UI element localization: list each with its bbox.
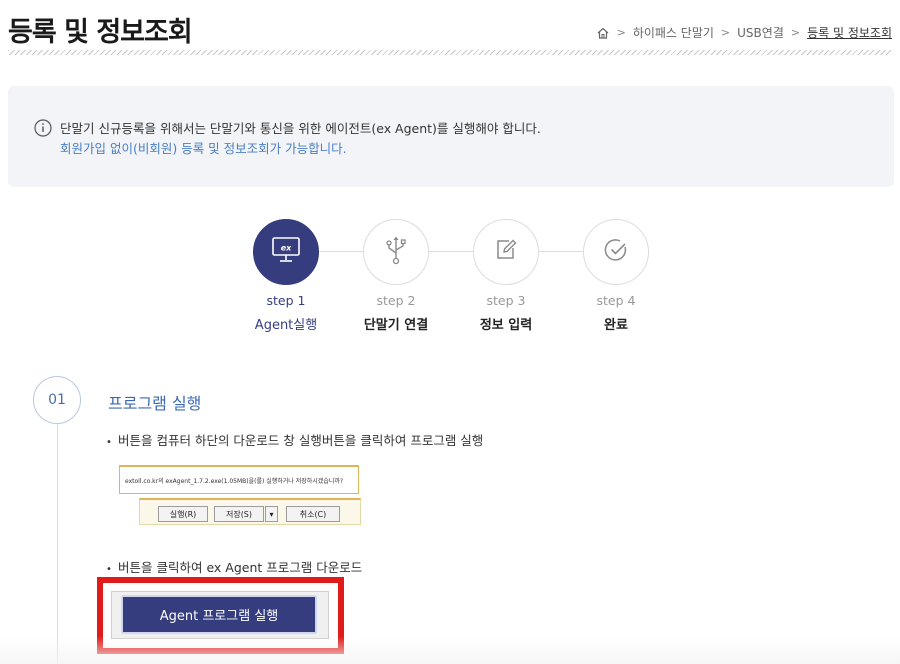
step-3-label: 정보 입력 [479,318,533,333]
breadcrumb-item-hipass[interactable]: 하이패스 단말기 [633,24,714,41]
section-number: 01 [33,376,81,424]
step-connector [539,251,587,252]
step-3-circle [473,219,539,285]
breadcrumb-item-current[interactable]: 등록 및 정보조회 [807,24,892,41]
home-icon[interactable] [596,26,610,40]
instruction-run: 버튼을 컴퓨터 하단의 다운로드 창 실행버튼을 클릭하여 프로그램 실행 [106,430,483,449]
notice-subtext: 회원가입 없이(비회원) 등록 및 정보조회가 가능합니다. [60,141,347,156]
step-1-number: step 1 [266,293,306,308]
edit-icon [492,236,520,268]
download-save-button: 저장(S) [214,506,264,522]
step-2-label: 단말기 연결 [363,318,429,333]
section-timeline [57,422,58,664]
download-run-button: 실행(R) [158,506,208,522]
bottom-fade [0,636,900,664]
monitor-ex-icon: ex [270,235,302,269]
download-bar-message: extoll.co.kr의 exAgent_1.7.2.exe(1.05MB)을… [119,465,359,494]
instruction-download: 버튼을 클릭하여 ex Agent 프로그램 다운로드 [106,557,362,576]
step-1-label: Agent실행 [254,318,318,333]
agent-run-button[interactable]: Agent 프로그램 실행 [121,595,317,634]
step-2-number: step 2 [376,293,416,308]
usb-icon [382,235,410,269]
chevron-right-icon: > [790,26,801,39]
info-icon [34,119,52,137]
page-title: 등록 및 정보조회 [8,17,193,48]
step-4-circle [583,219,649,285]
section-title: 프로그램 실행 [108,394,202,413]
step-connector [319,251,367,252]
header-divider [8,50,892,55]
step-4-label: 완료 [604,318,628,333]
breadcrumb: > 하이패스 단말기 > USB연결 > 등록 및 정보조회 [596,24,892,41]
download-bar-buttons: 실행(R) 저장(S) ▾ 취소(C) [139,498,361,525]
step-1-circle: ex [253,219,319,285]
chevron-down-icon: ▾ [265,506,278,522]
step-2-circle [363,219,429,285]
breadcrumb-item-usb[interactable]: USB연결 [737,24,784,41]
agent-button-frame: Agent 프로그램 실행 [111,591,329,639]
step-connector [429,251,477,252]
step-3-number: step 3 [486,293,526,308]
download-cancel-button: 취소(C) [286,506,340,522]
chevron-right-icon: > [720,26,731,39]
download-bar-image: extoll.co.kr의 exAgent_1.7.2.exe(1.05MB)을… [119,465,361,531]
chevron-right-icon: > [616,26,626,39]
svg-text:ex: ex [281,244,292,253]
check-circle-icon [602,236,630,268]
notice-box: 단말기 신규등록을 위해서는 단말기와 통신을 위한 에이전트(ex Agent… [8,86,894,187]
step-4-number: step 4 [596,293,636,308]
notice-text: 단말기 신규등록을 위해서는 단말기와 통신을 위한 에이전트(ex Agent… [60,121,541,136]
